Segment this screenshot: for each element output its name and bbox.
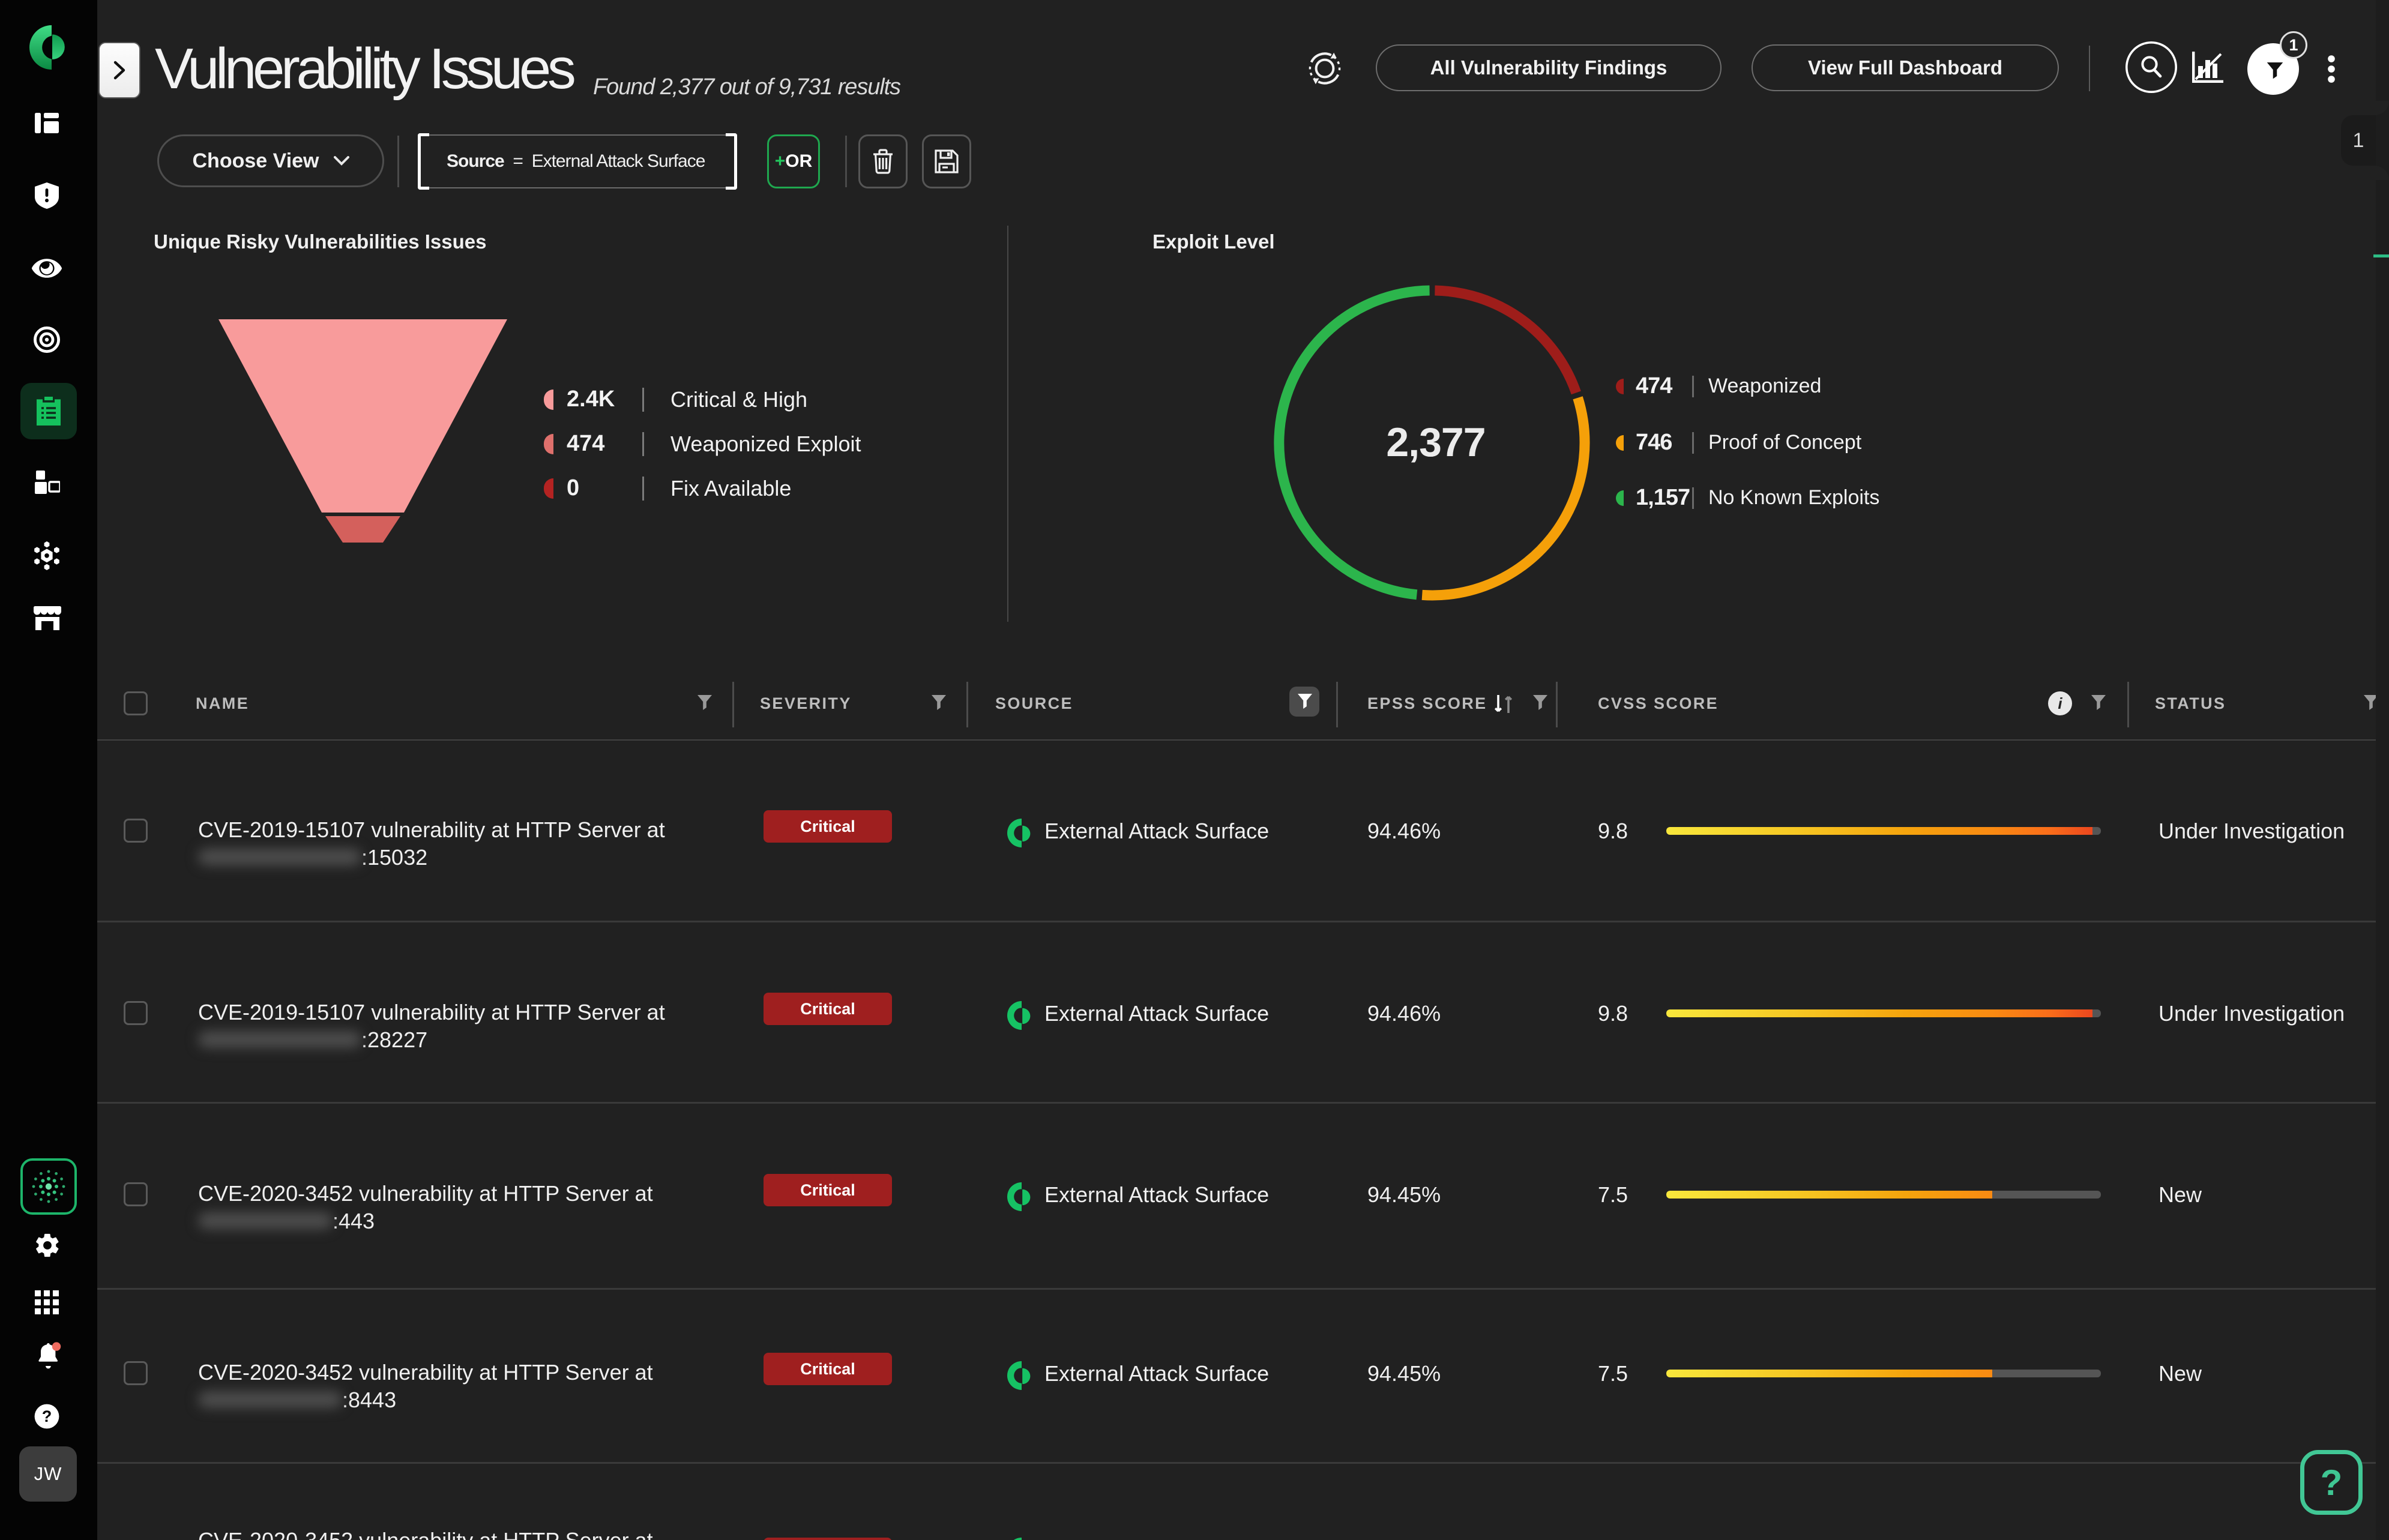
svg-text:?: ? xyxy=(42,1407,52,1425)
